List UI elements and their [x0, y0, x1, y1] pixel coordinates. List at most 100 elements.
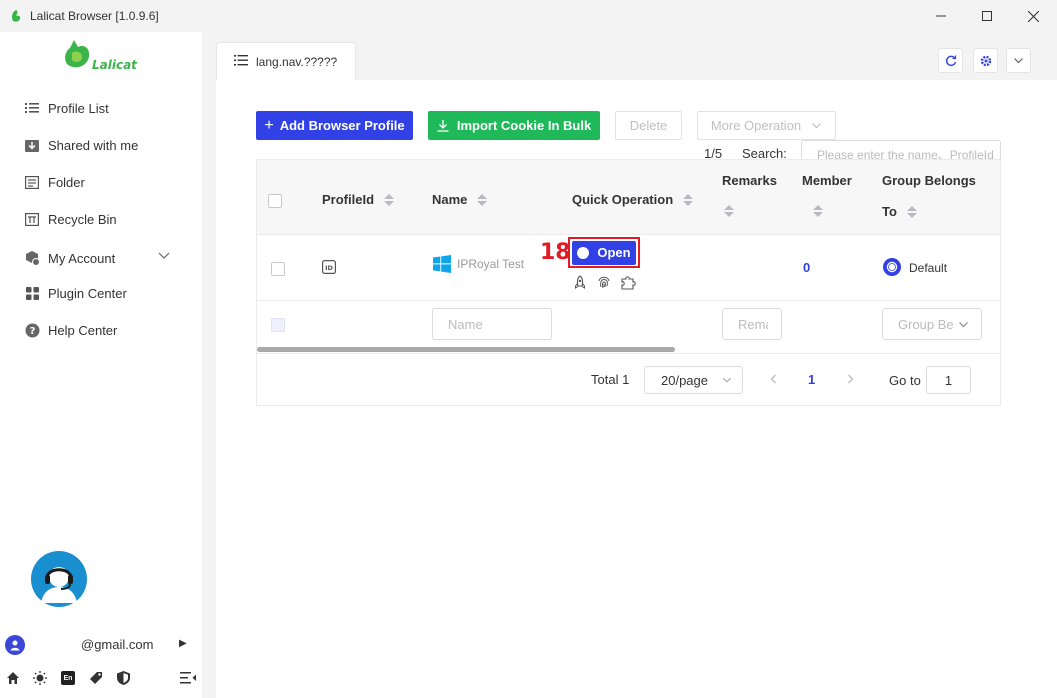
sidebar-item-profile-list[interactable]: Profile List — [24, 98, 109, 118]
sort-icon[interactable] — [813, 205, 823, 217]
sidebar-item-shared-with-me[interactable]: Shared with me — [24, 135, 138, 155]
account-email: @gmail.com — [81, 637, 154, 652]
refresh-icon — [945, 55, 956, 66]
current-page[interactable]: 1 — [808, 372, 815, 387]
prev-page-icon[interactable] — [769, 374, 778, 384]
sidebar-item-label: Plugin Center — [48, 285, 127, 301]
header-label: ProfileId — [322, 192, 375, 207]
sort-icon[interactable] — [683, 193, 694, 206]
puzzle-extension-icon[interactable] — [621, 275, 637, 290]
more-operation-dropdown[interactable]: More Operation — [697, 111, 836, 140]
gear-icon — [980, 55, 991, 66]
chevron-down-icon — [722, 377, 732, 383]
shield-icon[interactable] — [115, 670, 131, 686]
page-size-select[interactable]: 20/page — [644, 366, 743, 394]
chevron-down-icon[interactable] — [158, 250, 170, 262]
collapse-menu-icon[interactable] — [180, 670, 196, 686]
chevron-down-icon — [1014, 58, 1023, 64]
sidebar-item-label: Help Center — [48, 322, 118, 338]
fingerprint-icon[interactable] — [597, 275, 611, 289]
open-label: Open — [597, 245, 631, 260]
headset-agent-icon — [41, 567, 77, 603]
download-box-icon — [24, 137, 40, 153]
plugin-grid-icon — [24, 285, 40, 301]
add-browser-profile-button[interactable]: + Add Browser Profile — [256, 111, 413, 140]
name-filter-placeholder: Name — [448, 316, 483, 332]
open-browser-button-highlight[interactable]: Open — [568, 237, 640, 268]
column-header-member[interactable]: Member — [802, 173, 852, 188]
delete-button[interactable]: Delete — [615, 111, 682, 140]
tag-icon[interactable] — [88, 670, 104, 686]
goto-page-input[interactable]: 1 — [926, 366, 971, 394]
member-count[interactable]: 0 — [803, 260, 810, 275]
column-header-quick-operation[interactable]: Quick Operation — [572, 192, 694, 207]
account-icon — [24, 250, 40, 266]
chrome-browser-icon — [577, 246, 590, 259]
language-en-icon[interactable]: En — [60, 670, 76, 686]
profile-id-icon[interactable]: ID — [322, 260, 336, 274]
home-icon[interactable] — [5, 670, 21, 686]
account-row[interactable]: @gmail.com ▶ — [5, 635, 197, 655]
list-icon — [234, 54, 248, 69]
lalicat-app-icon — [12, 10, 21, 22]
sidebar-bottom-toolbar: En — [5, 670, 197, 690]
group-filter-placeholder: Group Belongs To — [898, 316, 954, 332]
maximize-button[interactable] — [964, 0, 1010, 32]
import-cookie-button[interactable]: Import Cookie In Bulk — [428, 111, 600, 140]
sidebar-item-label: My Account — [48, 250, 116, 266]
sidebar-item-my-account[interactable]: My Account — [24, 248, 115, 268]
column-header-profileid[interactable]: ProfileId — [322, 192, 395, 207]
theme-sun-icon[interactable] — [32, 670, 48, 686]
sidebar: Lalicat Profile List Shared with me Fold… — [0, 32, 202, 698]
sidebar-item-recycle-bin[interactable]: Recycle Bin — [24, 209, 117, 229]
tab-profile-list[interactable]: lang.nav.????? — [216, 42, 356, 80]
minimize-button[interactable] — [918, 0, 964, 32]
sidebar-item-plugin-center[interactable]: Plugin Center — [24, 283, 127, 303]
rocket-icon[interactable] — [573, 275, 587, 290]
sidebar-item-folder[interactable]: Folder — [24, 172, 85, 192]
maximize-icon — [982, 11, 992, 21]
group-filter-select[interactable]: Group Belongs To — [882, 308, 982, 340]
open-browser-button[interactable]: Open — [572, 240, 636, 265]
expand-menu-button[interactable] — [1006, 48, 1031, 73]
settings-button[interactable] — [973, 48, 998, 73]
sort-icon[interactable] — [384, 193, 395, 206]
customer-support-button[interactable] — [31, 551, 87, 607]
column-header-group-line2[interactable]: To — [882, 204, 917, 219]
name-filter-input[interactable]: Name — [432, 308, 552, 340]
chevron-down-icon — [812, 123, 822, 129]
profile-name[interactable]: IPRoyal Test — [457, 257, 524, 271]
next-page-icon[interactable] — [846, 374, 855, 384]
column-header-group[interactable]: Group Belongs — [882, 173, 976, 188]
filter-row: Name Remarks Group Belongs To — [257, 301, 1000, 351]
sort-icon[interactable] — [477, 193, 488, 206]
sidebar-item-help-center[interactable]: ? Help Center — [24, 320, 117, 340]
plus-icon: + — [264, 116, 274, 134]
header-label: Name — [432, 192, 468, 207]
step-annotation-number: 18 — [540, 240, 571, 265]
title-bar: Lalicat Browser [1.0.9.6] — [0, 0, 1057, 32]
svg-text:?: ? — [29, 326, 35, 337]
help-icon: ? — [24, 322, 40, 338]
total-count: Total 1 — [591, 372, 630, 387]
filter-checkbox — [271, 318, 285, 332]
group-name[interactable]: Default — [909, 261, 947, 275]
select-all-checkbox[interactable] — [268, 194, 282, 208]
header-label: To — [882, 204, 897, 219]
sort-icon[interactable] — [724, 205, 734, 217]
header-label: Quick Operation — [572, 192, 674, 207]
sidebar-item-label: Shared with me — [48, 137, 139, 153]
column-header-name[interactable]: Name — [432, 192, 488, 207]
sort-icon[interactable] — [906, 205, 917, 218]
goto-label: Go to — [889, 373, 921, 388]
column-header-remarks[interactable]: Remarks — [722, 173, 777, 188]
horizontal-scrollbar[interactable] — [257, 347, 675, 352]
recycle-bin-icon — [24, 211, 40, 227]
row-checkbox[interactable] — [271, 262, 285, 276]
lalicat-logo: Lalicat — [65, 40, 138, 72]
remarks-filter-input[interactable]: Remarks — [722, 308, 782, 340]
caret-right-icon[interactable]: ▶ — [179, 638, 187, 649]
window-title: Lalicat Browser [1.0.9.6] — [30, 9, 159, 23]
close-window-button[interactable] — [1010, 0, 1056, 32]
refresh-button[interactable] — [938, 48, 963, 73]
